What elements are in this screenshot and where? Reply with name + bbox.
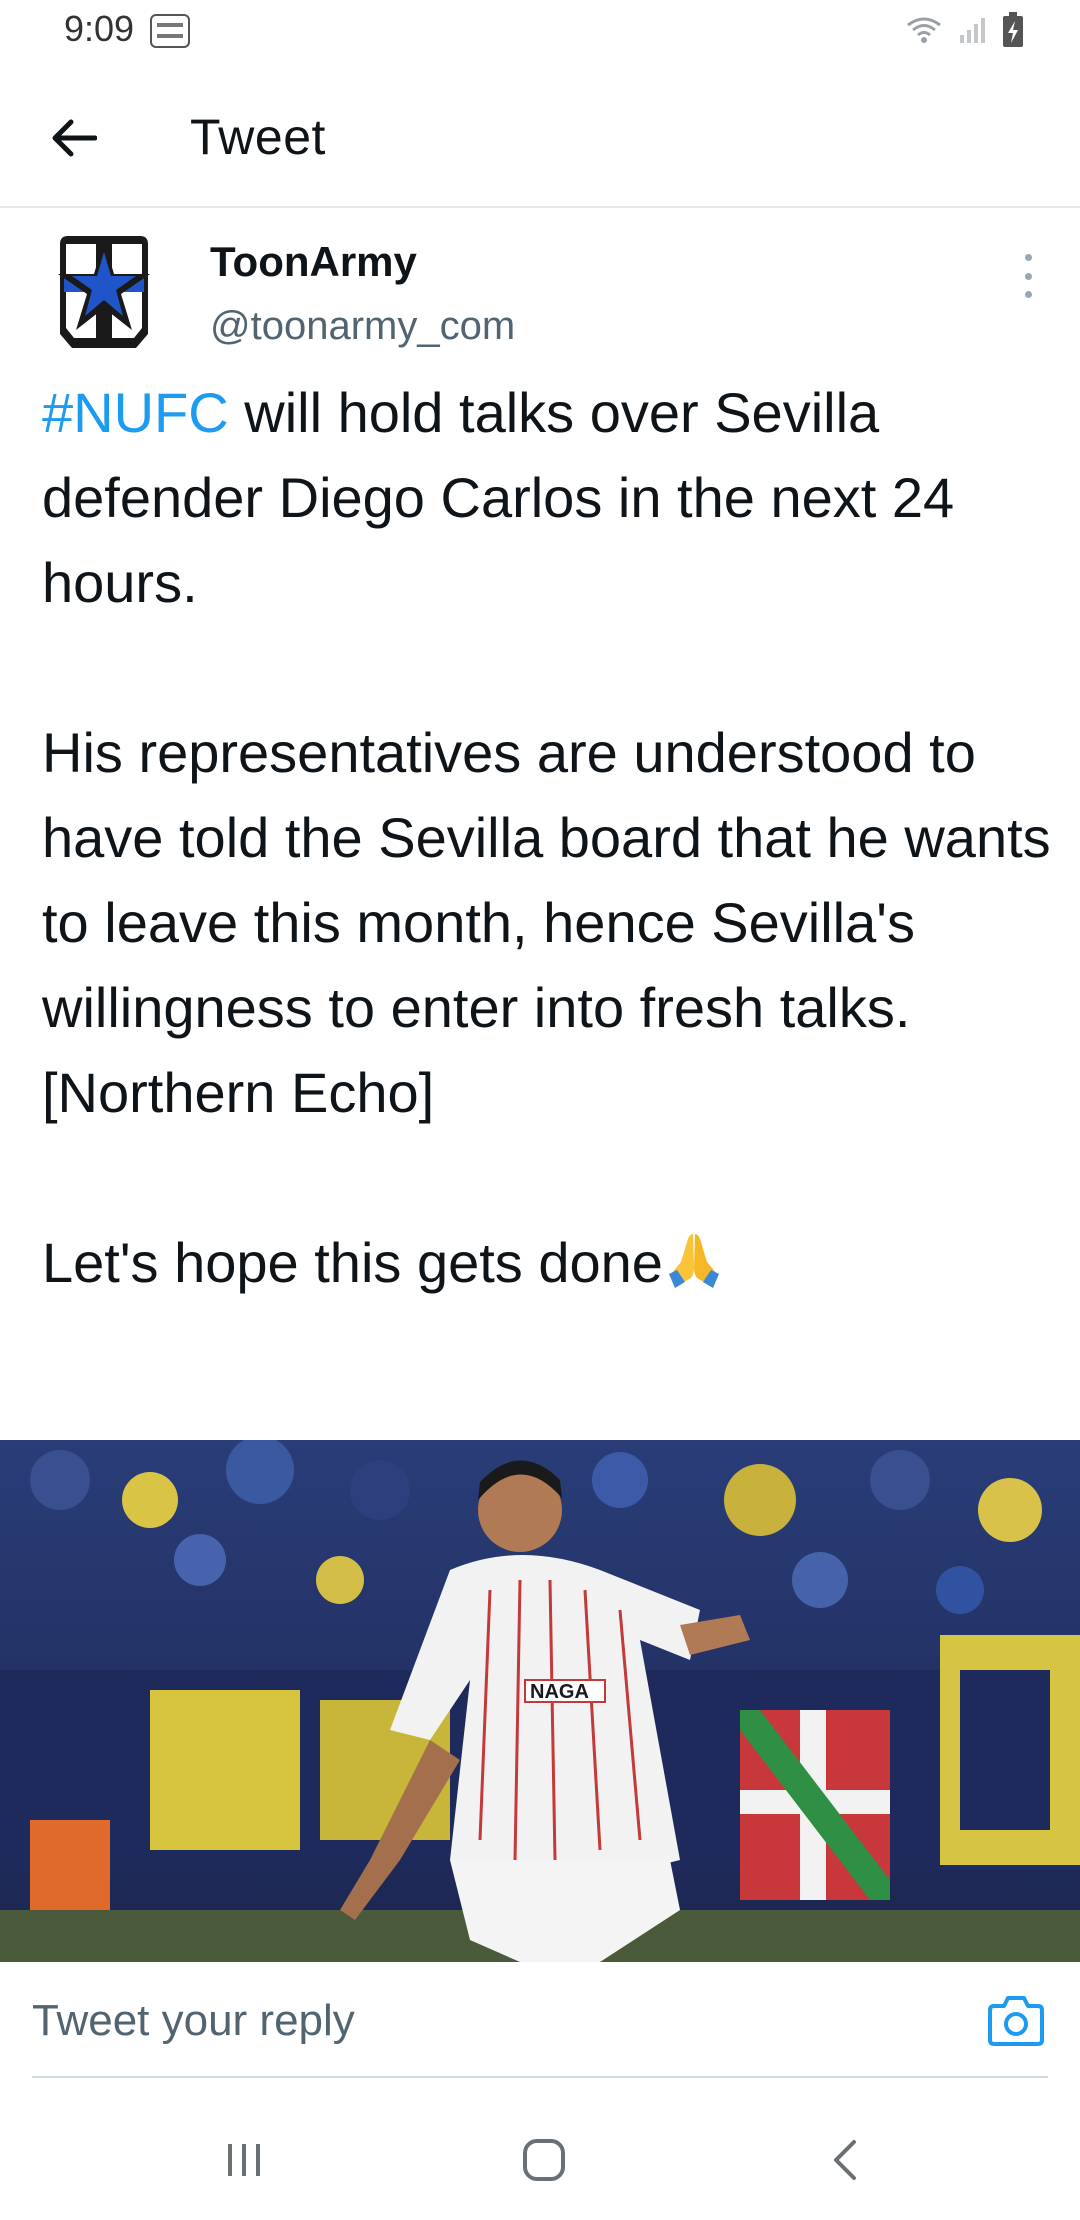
- toonarmy-logo-icon: [58, 236, 150, 348]
- hashtag-link[interactable]: #NUFC: [42, 381, 229, 444]
- more-dot-icon: [1024, 254, 1032, 261]
- wifi-icon: [907, 17, 941, 43]
- folded-hands-emoji-icon: [668, 1234, 719, 1288]
- battery-charging-icon: [1003, 12, 1023, 47]
- status-bar: 9:09: [0, 0, 1080, 62]
- system-nav-bar: [0, 2080, 1080, 2220]
- tweet-text: #NUFC will hold talks over Sevilla defen…: [42, 370, 1052, 1305]
- top-app-bar: Tweet: [0, 62, 1080, 208]
- recent-apps-icon: [228, 2144, 260, 2176]
- tweet-paragraph-1: #NUFC will hold talks over Sevilla defen…: [42, 370, 1052, 625]
- tweet-paragraph-2: His representatives are understood to ha…: [42, 721, 1051, 1124]
- tweet-text-line3: Let's hope this gets done: [42, 1231, 663, 1294]
- arrow-left-icon: [52, 119, 97, 157]
- back-button[interactable]: [36, 100, 112, 176]
- system-back-button[interactable]: [806, 2120, 886, 2200]
- more-options-button[interactable]: [1008, 254, 1048, 298]
- reply-bar: [32, 1962, 1048, 2078]
- page-title: Tweet: [190, 109, 326, 165]
- tweet-paragraph-3: Let's hope this gets done: [42, 1220, 1052, 1305]
- status-icons: [904, 10, 1024, 50]
- home-button[interactable]: [504, 2120, 584, 2200]
- status-time: 9:09: [64, 8, 135, 49]
- camera-icon: [988, 1996, 1044, 2046]
- author-handle[interactable]: @toonarmy_com: [210, 304, 515, 349]
- carrier-badge-icon: [150, 14, 190, 48]
- recent-apps-button[interactable]: [204, 2120, 284, 2200]
- more-dot-icon: [1024, 272, 1032, 280]
- back-icon: [834, 2140, 856, 2180]
- reply-input[interactable]: [32, 1992, 932, 2050]
- signal-icon: [960, 18, 985, 43]
- author-name[interactable]: ToonArmy: [210, 238, 417, 286]
- more-dot-icon: [1024, 291, 1032, 298]
- camera-button[interactable]: [986, 1992, 1046, 2048]
- home-icon: [523, 2139, 565, 2181]
- avatar[interactable]: [52, 230, 156, 354]
- tweet-media-image[interactable]: NAGA: [0, 1440, 1080, 1962]
- football-player-photo-icon: NAGA: [0, 1440, 1080, 1962]
- shirt-sponsor-text: NAGA: [530, 1681, 589, 1703]
